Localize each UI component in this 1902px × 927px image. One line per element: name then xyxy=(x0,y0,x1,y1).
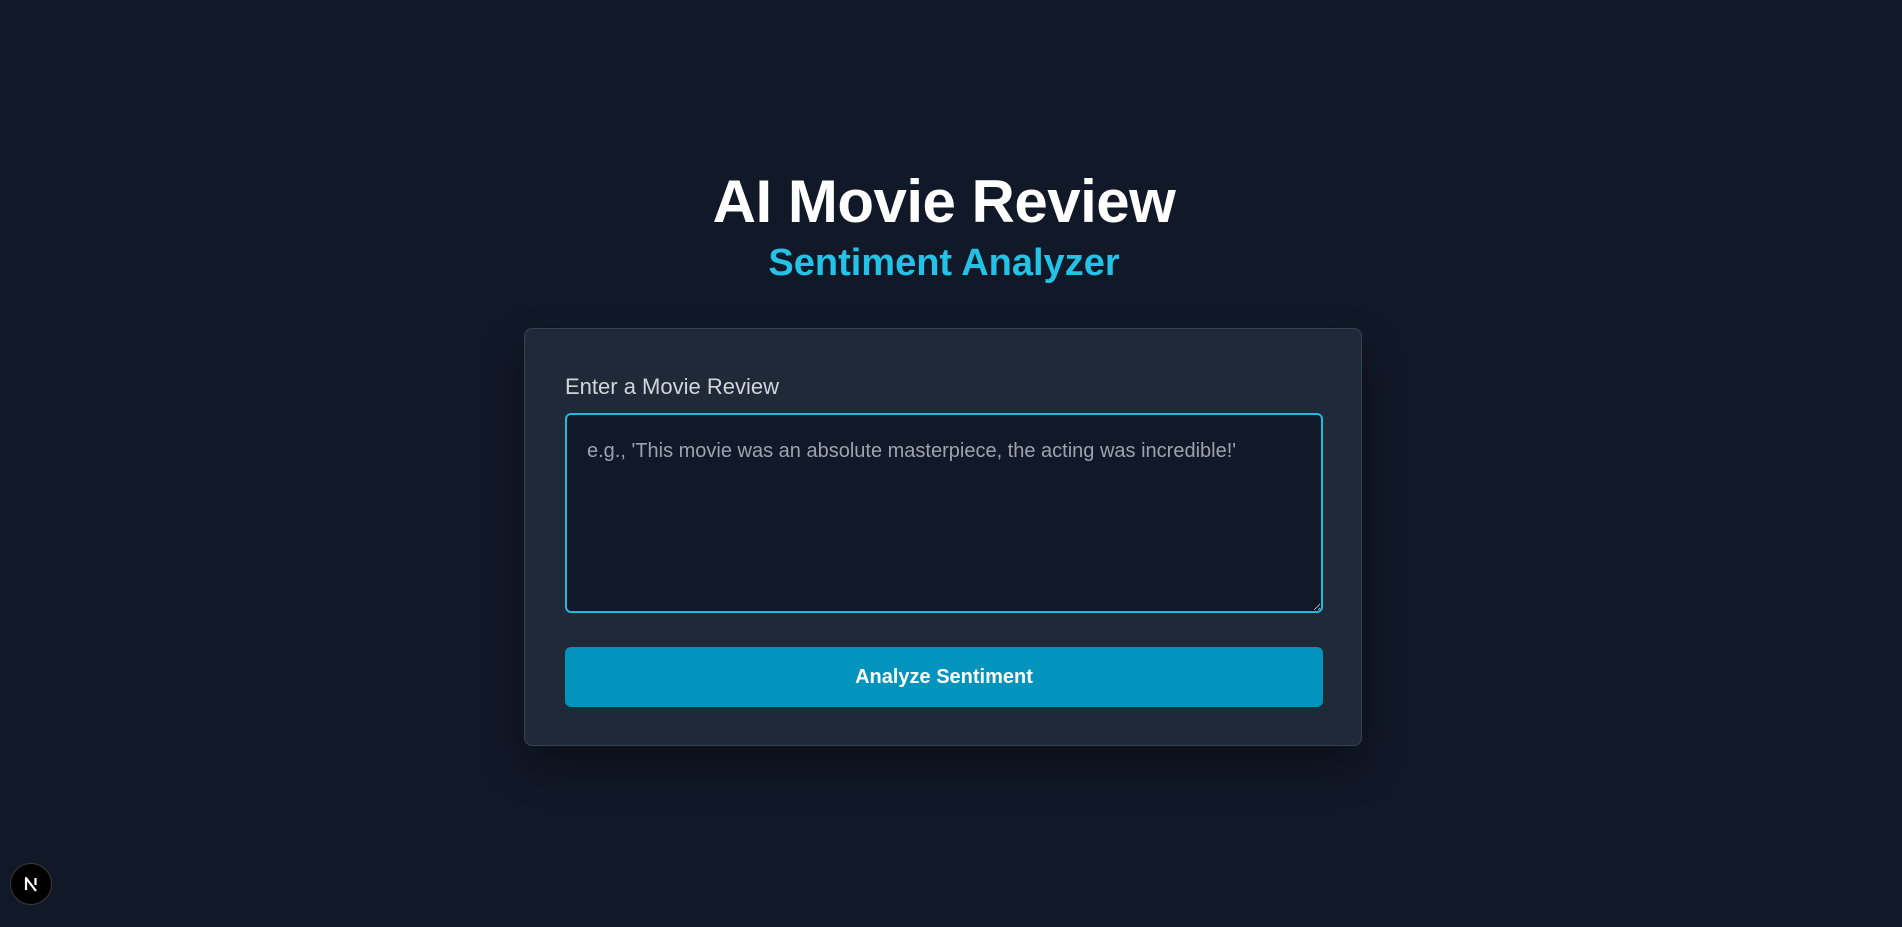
page-subtitle: Sentiment Analyzer xyxy=(768,242,1120,284)
review-input[interactable] xyxy=(565,413,1323,613)
review-card: Enter a Movie Review Analyze Sentiment xyxy=(524,328,1362,746)
review-field-label: Enter a Movie Review xyxy=(565,374,779,399)
page-title: AI Movie Review xyxy=(712,168,1176,235)
header: AI Movie Review Sentiment Analyzer xyxy=(0,162,1888,288)
nextjs-dev-tools-button[interactable] xyxy=(10,863,52,905)
nextjs-logo-icon xyxy=(24,876,37,892)
page: AI Movie Review Sentiment Analyzer Enter… xyxy=(0,0,1902,927)
analyze-sentiment-button[interactable]: Analyze Sentiment xyxy=(565,647,1323,707)
